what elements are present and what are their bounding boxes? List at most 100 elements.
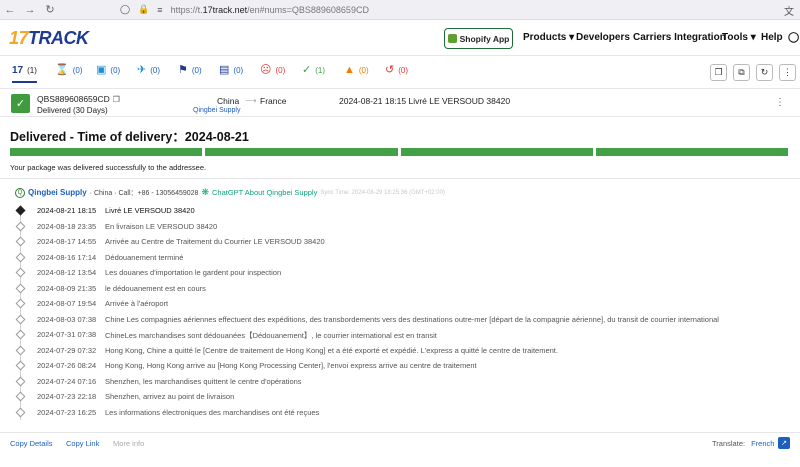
- event-description: Shenzhen, arrivez au point de livraison: [105, 392, 235, 401]
- package-row[interactable]: ✓ QBS889608659CD ❐ Delivered (30 Days) Ch…: [0, 92, 800, 117]
- lock-icon: 🔒: [138, 4, 150, 14]
- timeline-dot-icon: [15, 407, 26, 417]
- progress-segment: [400, 148, 593, 156]
- carrier-info: Q Qingbei Supply · China · Call：+86 - 13…: [15, 187, 445, 198]
- more-info-link[interactable]: More info: [113, 439, 144, 448]
- timeline-event: 2024-07-23 16:25 Les informations électro…: [0, 406, 800, 422]
- event-description: Les informations électroniques des march…: [105, 407, 320, 417]
- timeline-dot-icon: [15, 221, 26, 231]
- destination-country: France: [260, 96, 287, 106]
- event-date: 2024-08-07 19:54: [37, 299, 97, 308]
- menu-tools[interactable]: Tools ▾: [722, 32, 756, 43]
- check-icon: ✓: [302, 64, 312, 76]
- tab-info-received[interactable]: ▣ (0): [96, 65, 120, 76]
- copy-link-link[interactable]: Copy Link: [66, 439, 99, 448]
- tab-out-for-delivery[interactable]: ▤ (0): [219, 65, 243, 76]
- menu-developers[interactable]: Developers: [576, 32, 630, 43]
- tab-pick-up[interactable]: ⚑ (0): [178, 65, 202, 76]
- timeline-dot-icon: [15, 267, 26, 278]
- progress-segment: [10, 148, 203, 156]
- event-description: le dédouanement est en cours: [105, 283, 206, 293]
- timeline-dot-icon: [15, 391, 26, 402]
- event-description: Shenzhen, les marchandises quittent le c…: [105, 376, 302, 386]
- tab-not-found[interactable]: ⌛ (0): [55, 65, 82, 76]
- sync-time: Sync Time: 2024-08-29 18:25:36 (GMT+02:0…: [320, 189, 445, 196]
- event-date: 2024-07-29 07:32: [37, 345, 97, 355]
- event-date: 2024-08-16 17:14: [37, 252, 97, 262]
- event-description: Les douanes d'importation le gardent pou…: [105, 268, 282, 277]
- timeline-dot-icon: [15, 345, 26, 355]
- latest-event: 2024-08-21 18:15 Livré LE VERSOUD 38420: [339, 96, 511, 106]
- event-description: Arrivée à l'aéroport: [105, 299, 169, 308]
- menu-products[interactable]: Products ▾: [523, 32, 574, 43]
- result-footer: Copy Details Copy Link More info Transla…: [0, 432, 800, 452]
- page-info-icon: ≡: [157, 4, 163, 15]
- event-date: 2024-08-09 21:35: [37, 283, 97, 293]
- event-date: 2024-08-18 23:35: [37, 221, 97, 231]
- delivered-check-icon: ✓: [11, 94, 30, 113]
- translate-dropdown-icon[interactable]: ↗: [778, 437, 790, 449]
- refresh-icon[interactable]: ↻: [756, 64, 773, 81]
- status-tabs: 17 (1) ⌛ (0) ▣ (0) ✈ (0) ⚑ (0) ▤ (0) ☹ (…: [0, 57, 800, 89]
- timeline-event: 2024-08-03 07:38 Chine Les compagnies aér…: [0, 313, 800, 329]
- event-date: 2024-07-23 22:18: [37, 392, 97, 401]
- copy-icon[interactable]: ❐: [710, 64, 727, 81]
- tab-all[interactable]: 17 (1): [12, 65, 37, 83]
- timeline-event: 2024-08-18 23:35 En livraison LE VERSOUD …: [0, 220, 800, 236]
- copy-number-icon[interactable]: ❐: [113, 95, 120, 104]
- forward-icon[interactable]: →: [20, 4, 40, 16]
- more-options-icon[interactable]: ⋮: [779, 64, 796, 81]
- translate-control[interactable]: Translate: French: [712, 439, 774, 448]
- event-description: Arrivée au Centre de Traitement du Courr…: [105, 237, 325, 246]
- browser-toolbar: ← → ↻ ◯ 🔒 ≡ https://t.17track.net/en#num…: [0, 0, 800, 20]
- url-text: https://t.17track.net/en#nums=QBS8896086…: [170, 4, 369, 15]
- event-date: 2024-07-24 07:16: [37, 376, 97, 386]
- package-icon: ▣: [96, 64, 107, 76]
- timeline-dot-icon: [15, 252, 26, 262]
- menu-carriers-integration[interactable]: Carriers Integration: [633, 32, 726, 43]
- progress-segment: [205, 148, 398, 156]
- 17track-logo[interactable]: 17TRACK: [9, 28, 89, 49]
- back-icon[interactable]: ←: [0, 4, 20, 16]
- translate-icon[interactable]: 文: [784, 3, 794, 18]
- tab-delivered[interactable]: ✓ (1): [302, 65, 325, 76]
- origin-carrier-link[interactable]: Qingbei Supply: [193, 107, 240, 114]
- translate-language[interactable]: French: [751, 439, 774, 448]
- shopify-bag-icon: [447, 34, 457, 43]
- row-menu-icon[interactable]: ⋮: [775, 97, 785, 108]
- delivery-status: Delivered (30 Days): [37, 106, 108, 115]
- timeline-event: 2024-08-21 18:15 Livré LE VERSOUD 38420: [0, 204, 800, 220]
- timeline-dot-icon: [15, 205, 26, 216]
- alert-icon: ▲: [344, 64, 355, 76]
- timeline-dot-icon: [15, 376, 26, 386]
- origin-country: China: [217, 96, 240, 106]
- event-date: 2024-07-23 16:25: [37, 407, 97, 417]
- menu-help[interactable]: Help: [761, 32, 783, 43]
- timeline-event: 2024-07-26 08:24 Hong Kong, Hong Kong arr…: [0, 359, 800, 375]
- timeline-dot-icon: [15, 298, 26, 309]
- shopify-app-button[interactable]: Shopify App: [444, 28, 513, 49]
- timeline-event: 2024-08-09 21:35 le dédouanement est en c…: [0, 282, 800, 298]
- timeline-event: 2024-07-29 07:32 Hong Kong, Chine a quitt…: [0, 344, 800, 360]
- event-description: Livré LE VERSOUD 38420: [105, 206, 195, 215]
- sad-face-icon: ☹: [260, 64, 272, 76]
- timeline-event: 2024-07-31 07:38 ChineLes marchandises so…: [0, 328, 800, 344]
- tab-undelivered[interactable]: ☹ (0): [260, 65, 285, 76]
- tab-in-transit[interactable]: ✈ (0): [137, 65, 160, 76]
- event-date: 2024-08-17 14:55: [37, 237, 97, 246]
- timeline-dot-icon: [15, 360, 26, 371]
- address-bar[interactable]: ◯ 🔒 ≡ https://t.17track.net/en#nums=QBS8…: [120, 4, 369, 15]
- globe-icon[interactable]: ◯: [788, 32, 799, 43]
- plane-icon: ✈: [137, 64, 147, 76]
- divider: [0, 178, 800, 179]
- carrier-name[interactable]: Qingbei Supply: [28, 188, 87, 197]
- event-date: 2024-08-21 18:15: [37, 206, 97, 215]
- chatgpt-link[interactable]: ChatGPT About Qingbei Supply: [212, 188, 317, 197]
- copy-details-link[interactable]: Copy Details: [10, 439, 53, 448]
- timeline-dot-icon: [15, 283, 26, 293]
- tab-alert[interactable]: ▲ (0): [344, 65, 369, 76]
- tab-expired[interactable]: ↺ (0): [385, 65, 408, 76]
- event-date: 2024-08-03 07:38: [37, 314, 97, 324]
- reload-icon[interactable]: ↻: [40, 3, 60, 16]
- duplicate-icon[interactable]: ⧉: [733, 64, 750, 81]
